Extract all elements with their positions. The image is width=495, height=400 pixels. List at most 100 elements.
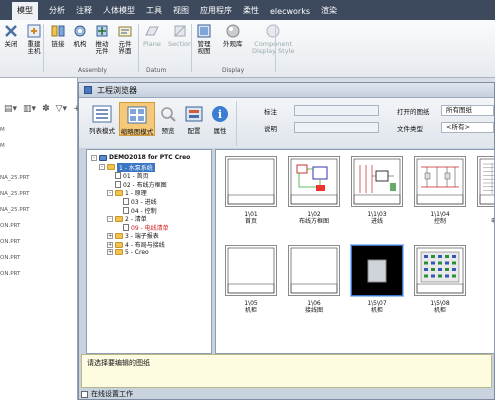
drawing-thumbnail[interactable] (288, 245, 340, 296)
ribbon-button[interactable]: 机构 (72, 23, 88, 48)
ribbon-button[interactable]: 管理 视图 (196, 23, 212, 55)
ribbon-separator (43, 24, 44, 72)
ribbon-group-label: Datum (146, 67, 167, 74)
ribbon-button[interactable]: Section (168, 23, 192, 48)
menu-item[interactable]: 工具 (146, 5, 162, 20)
model-tree-item[interactable]: NA_25.PRT (0, 175, 29, 181)
document-icon (123, 198, 129, 205)
menu-item[interactable]: 注释 (76, 5, 92, 20)
window-titlebar: 工程浏览器 (79, 83, 494, 98)
drawing-thumbnail[interactable] (351, 156, 403, 207)
menu-item[interactable]: 模型 (12, 2, 38, 20)
ribbon-separator (275, 24, 276, 72)
ribbon-button[interactable]: 重建 主机 (26, 23, 42, 55)
toolbar-thumbnail-mode-button[interactable]: 缩略图模式 (119, 102, 155, 136)
tree-expand-toggle[interactable]: + (107, 241, 113, 248)
filetype-label: 文件类型 (397, 125, 423, 133)
drawing-thumbnail[interactable] (414, 156, 466, 207)
thumbnail-caption: 1\06 接线图 (284, 300, 344, 314)
model-tree-item[interactable]: ON.PRT (0, 255, 20, 261)
ribbon-button[interactable]: 推动 元件 (94, 23, 110, 55)
tree-node-label: DEMO2018 for PTC Creo (109, 154, 191, 161)
menu-item[interactable]: 视图 (173, 5, 189, 20)
filter-icon[interactable]: ▽▾ (56, 104, 67, 114)
drawing-thumbnail[interactable] (351, 245, 403, 296)
toolbar-info-button[interactable]: i 属性 (209, 102, 231, 136)
drawing-thumbnail[interactable] (288, 156, 340, 207)
find-icon[interactable]: ✽ (42, 104, 50, 114)
online-checkbox[interactable] (81, 390, 88, 398)
model-tree-item[interactable]: M (0, 127, 5, 133)
ribbon-button-label: 元件 界面 (118, 40, 132, 55)
thumbnail-caption: 1\01 首页 (221, 211, 281, 225)
bottom-option[interactable]: 在线设置工作 (81, 389, 133, 399)
toolbar-preview-button[interactable]: 预览 (157, 102, 179, 136)
drawing-thumbnail[interactable] (225, 156, 277, 207)
preview-icon (158, 105, 178, 125)
ribbon: 关闭 重建 主机 链接 机构 推动 元件 元件 界面 Plane Section 管理 视图 外观库 Com… (0, 20, 495, 78)
ribbon-button[interactable]: 链接 (50, 23, 66, 48)
thumbnail-code: 1\5\08 (430, 300, 450, 307)
window-app-icon (84, 86, 92, 94)
folder-icon (115, 189, 123, 196)
tree-expand-toggle[interactable]: - (107, 215, 113, 222)
thumbnail-grid[interactable]: 1\01首页1\02布线方框图1\1\03进线1\1\04控制1\09电线清单1… (215, 149, 495, 354)
tree-node-label: 5 - Creo (125, 248, 149, 256)
toolbar-button-label: 属性 (213, 127, 227, 135)
menu-item[interactable]: 分析 (49, 5, 65, 20)
tree-settings-icon[interactable]: ▤▾ (4, 104, 17, 114)
menu-item[interactable]: 渲染 (321, 5, 337, 20)
bottom-option-label: 在线设置工作 (91, 390, 133, 398)
open-drawings-select[interactable]: 所有图纸 (441, 105, 494, 116)
toolbar-config-button[interactable]: 配置 (183, 102, 205, 136)
model-tree-item[interactable]: NA_25.PRT (0, 207, 29, 213)
model-tree-item[interactable]: ON.PRT (0, 271, 20, 277)
tag-input[interactable] (294, 105, 379, 116)
thumbnail-caption: 1\02 布线方框图 (284, 211, 344, 225)
toolbar-button-label: 预览 (161, 127, 175, 135)
thumbnail-name: 控制 (433, 218, 446, 225)
column-icon[interactable]: ▥▾ (23, 104, 36, 114)
ribbon-button-label: 推动 元件 (95, 40, 109, 55)
menu-item[interactable]: 柔性 (243, 5, 259, 20)
tree-expand-toggle[interactable]: - (91, 154, 97, 161)
filetype-select[interactable]: <所有> (441, 122, 494, 133)
menu-item[interactable]: 应用程序 (200, 5, 232, 20)
drawing-thumbnail[interactable] (477, 156, 494, 207)
model-tree-item[interactable]: M (0, 143, 5, 149)
thumbnail-code: 1\1\04 (430, 211, 450, 218)
ribbon-button[interactable]: 元件 界面 (117, 23, 133, 55)
tree-expand-toggle[interactable]: - (107, 189, 113, 196)
ribbon-button[interactable]: Component Display Style (252, 23, 294, 55)
tree-node[interactable]: +5 - Creo (107, 249, 149, 256)
tree-expand-toggle[interactable]: + (107, 249, 113, 256)
desc-input[interactable] (294, 122, 379, 133)
tree-node[interactable]: - DEMO2018 for PTC Creo (91, 154, 190, 161)
tree-expand-toggle[interactable]: + (107, 232, 113, 239)
drawing-thumbnail[interactable] (225, 245, 277, 296)
ribbon-button[interactable]: 外观库 (223, 23, 243, 48)
thumbnail-code: 1\5\07 (367, 300, 387, 307)
close-icon (3, 23, 19, 41)
open-drawings-label: 打开的图纸 (397, 108, 430, 116)
section-icon (172, 23, 188, 41)
menu-item[interactable]: elecworks (270, 7, 310, 20)
project-tree[interactable]: - DEMO2018 for PTC Creo -1 - 水泵系统 01 - 首页 02… (86, 149, 212, 354)
model-tree-item[interactable]: ON.PRT (0, 239, 20, 245)
thumbnail-name: 布线方框图 (298, 218, 329, 225)
ribbon-button-label: 管理 视图 (197, 40, 211, 55)
ribbon-button[interactable]: 关闭 (3, 23, 19, 48)
model-tree-item[interactable]: ON.PRT (0, 223, 20, 229)
thumbnail-caption: 1\5\08 机柜 (410, 300, 470, 314)
model-tree-item[interactable]: NA_25.PRT (0, 191, 29, 197)
thumbnail-code: 1\01 (244, 211, 258, 218)
ribbon-button[interactable]: Plane (143, 23, 161, 48)
drawing-thumbnail[interactable] (414, 245, 466, 296)
toolbar-list-mode-button[interactable]: 列表模式 (87, 102, 117, 136)
menu-item[interactable]: 人体模型 (103, 5, 135, 20)
ribbon-button-label: 链接 (51, 40, 65, 48)
thumbnail-name: 进线 (370, 218, 383, 225)
ribbon-group-label: Display (222, 67, 245, 74)
ribbon-button-label: 外观库 (223, 40, 243, 48)
tree-expand-toggle[interactable]: - (99, 164, 105, 171)
